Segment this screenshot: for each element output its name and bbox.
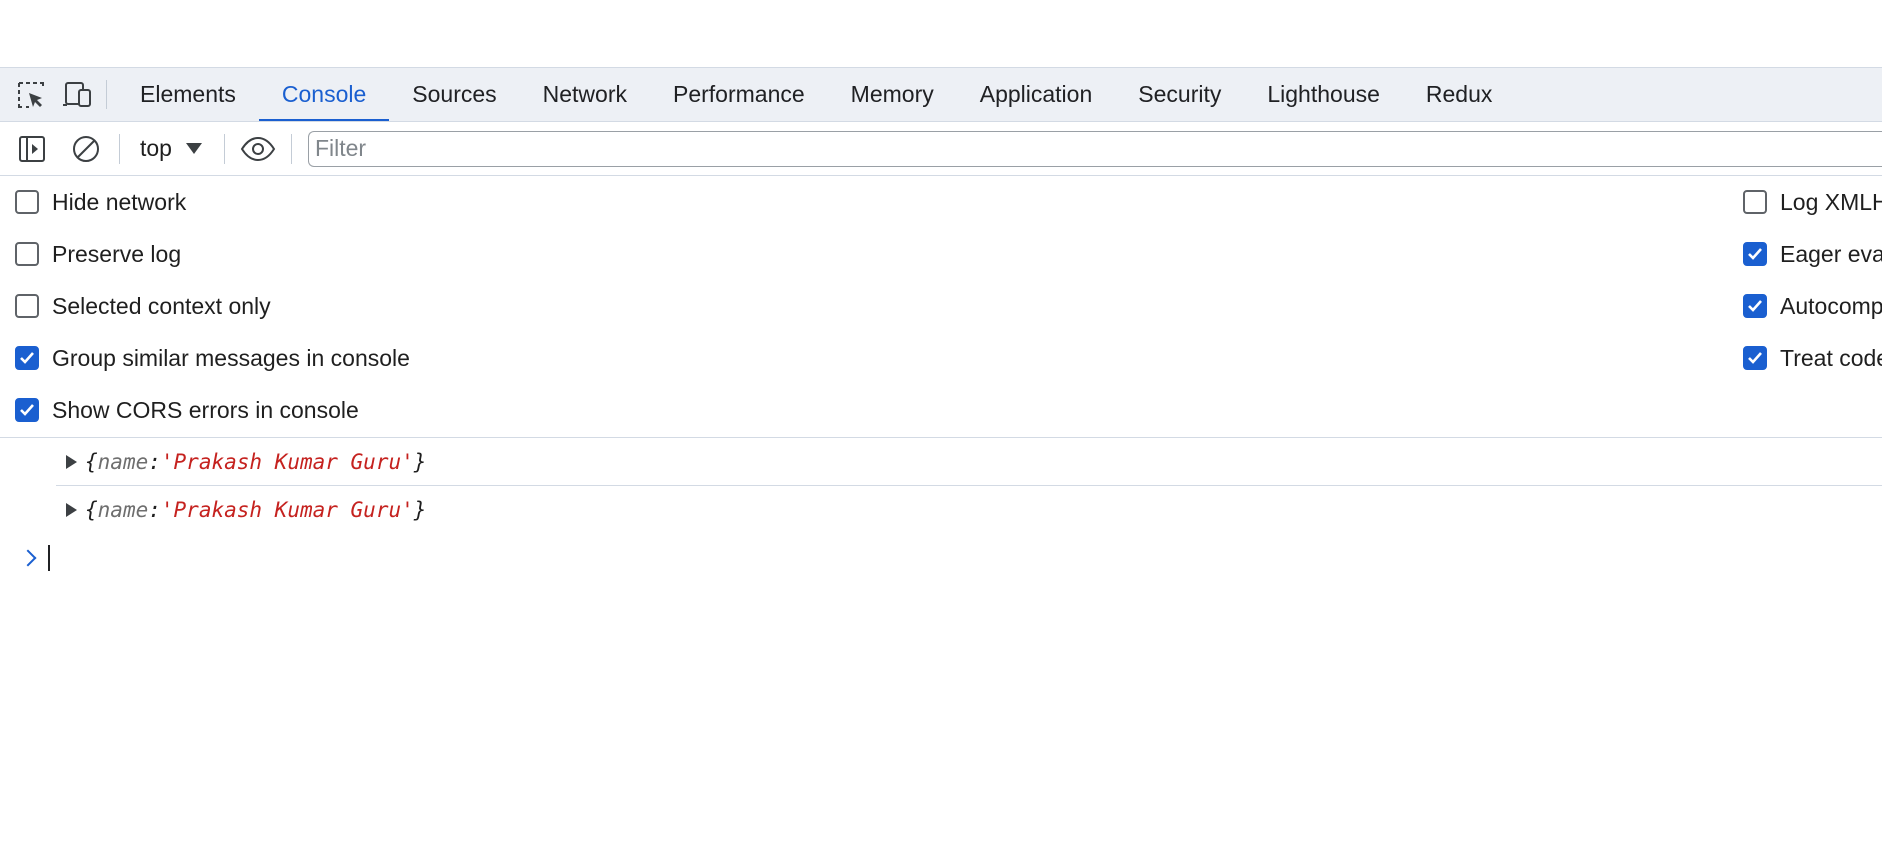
settings-left-column: Hide network Preserve log Selected context… <box>15 176 410 436</box>
tab-label: Application <box>979 81 1093 107</box>
setting-label: Eager evaluation <box>1780 240 1882 267</box>
tab-performance[interactable]: Performance <box>650 68 828 121</box>
setting-checkbox[interactable] <box>1743 190 1767 214</box>
setting-left-4[interactable]: Show CORS errors in console <box>15 384 410 436</box>
toolbar-separator <box>290 133 292 164</box>
tab-label: Lighthouse <box>1267 81 1380 107</box>
prompt-chevron-icon <box>19 549 37 567</box>
setting-label: Hide network <box>52 188 187 215</box>
clear-console-icon[interactable] <box>59 122 113 175</box>
tab-elements[interactable]: Elements <box>117 68 259 121</box>
tab-application[interactable]: Application <box>957 68 1116 121</box>
message-list: {name: 'Prakash Kumar Guru'}{name: 'Prak… <box>0 438 1882 534</box>
setting-left-0[interactable]: Hide network <box>15 176 410 228</box>
tab-label: Console <box>281 81 367 107</box>
toolbar-separator <box>119 133 120 164</box>
setting-label: Group similar messages in console <box>52 344 410 371</box>
tab-security[interactable]: Security <box>1115 68 1244 121</box>
message-value: 'Prakash Kumar Guru' <box>160 498 414 522</box>
setting-right-0[interactable]: Log XMLHttpRequests <box>1743 176 1882 228</box>
setting-left-3[interactable]: Group similar messages in console <box>15 332 410 384</box>
checkmark-icon <box>1748 248 1762 260</box>
tab-label: Security <box>1138 81 1222 107</box>
context-selector-label: top <box>140 135 172 161</box>
tab-network[interactable]: Network <box>520 68 650 121</box>
tab-label: Memory <box>850 81 934 107</box>
setting-checkbox[interactable] <box>15 294 39 318</box>
message-colon: : <box>148 498 161 522</box>
device-toolbar-icon[interactable] <box>54 68 100 121</box>
filter-input[interactable] <box>307 130 1882 167</box>
toolbar-separator <box>223 133 225 164</box>
devtools-tabbar: Elements Console Sources Network Performance… <box>0 67 1882 122</box>
inspect-element-icon[interactable] <box>8 68 54 121</box>
setting-label: Show CORS errors in console <box>52 396 359 423</box>
checkmark-icon <box>20 352 34 364</box>
tab-label: Redux <box>1425 81 1493 107</box>
tab-redux[interactable]: Redux <box>1403 68 1515 121</box>
console-prompt[interactable] <box>0 534 1882 582</box>
tab-label: Sources <box>412 81 497 107</box>
setting-right-1[interactable]: Eager evaluation <box>1743 228 1882 280</box>
setting-checkbox[interactable] <box>15 190 39 214</box>
expand-triangle-icon[interactable] <box>66 454 77 469</box>
text-cursor <box>48 545 50 571</box>
chevron-down-icon <box>185 143 202 154</box>
message-colon: : <box>148 449 161 474</box>
message-close: } <box>413 449 427 474</box>
tab-label: Elements <box>140 81 236 107</box>
checkmark-icon <box>1748 352 1762 364</box>
console-toolbar: top <box>0 122 1882 176</box>
tab-lighthouse[interactable]: Lighthouse <box>1244 68 1403 121</box>
message-open: { <box>85 449 98 474</box>
sidebar-toggle-icon[interactable] <box>5 122 59 175</box>
tab-sources[interactable]: Sources <box>389 68 519 121</box>
setting-checkbox[interactable] <box>15 398 39 422</box>
setting-label: Autocomplete from history <box>1780 292 1882 319</box>
tab-memory[interactable]: Memory <box>828 68 957 121</box>
console-output: {name: 'Prakash Kumar Guru'}{name: 'Prak… <box>0 438 1882 582</box>
setting-checkbox[interactable] <box>1743 346 1767 370</box>
setting-checkbox[interactable] <box>15 346 39 370</box>
console-message[interactable]: {name: 'Prakash Kumar Guru'} <box>56 486 1882 534</box>
message-value: 'Prakash Kumar Guru' <box>160 449 414 474</box>
setting-right-3[interactable]: Treat code evaluation as user action <box>1743 332 1882 384</box>
context-selector[interactable]: top <box>126 122 218 175</box>
setting-checkbox[interactable] <box>1743 294 1767 318</box>
setting-label: Log XMLHttpRequests <box>1780 188 1882 215</box>
setting-label: Preserve log <box>52 240 182 267</box>
eye-icon[interactable] <box>231 122 285 175</box>
setting-label: Selected context only <box>52 292 271 319</box>
tabbar-separator <box>106 80 107 109</box>
checkmark-icon <box>1748 300 1762 312</box>
console-message[interactable]: {name: 'Prakash Kumar Guru'} <box>56 438 1882 486</box>
tab-console[interactable]: Console <box>258 68 390 121</box>
message-key: name <box>97 498 149 522</box>
checkmark-icon <box>20 404 34 416</box>
expand-triangle-icon[interactable] <box>66 503 77 517</box>
console-settings-panel: Hide network Preserve log Selected context… <box>0 176 1882 438</box>
message-key: name <box>97 449 149 474</box>
setting-checkbox[interactable] <box>15 242 39 266</box>
message-close: } <box>413 498 427 522</box>
tab-list: Elements Console Sources Network Performance… <box>117 68 1515 121</box>
setting-left-2[interactable]: Selected context only <box>15 280 410 332</box>
top-blank-area <box>0 0 1882 67</box>
setting-right-2[interactable]: Autocomplete from history <box>1743 280 1882 332</box>
tab-label: Network <box>542 81 627 107</box>
setting-checkbox[interactable] <box>1743 242 1767 266</box>
setting-label: Treat code evaluation as user action <box>1780 344 1882 371</box>
settings-right-column: Log XMLHttpRequests Eager evaluation Autoc… <box>1743 176 1882 384</box>
tab-label: Performance <box>673 81 805 107</box>
setting-left-1[interactable]: Preserve log <box>15 228 410 280</box>
message-open: { <box>85 498 98 522</box>
